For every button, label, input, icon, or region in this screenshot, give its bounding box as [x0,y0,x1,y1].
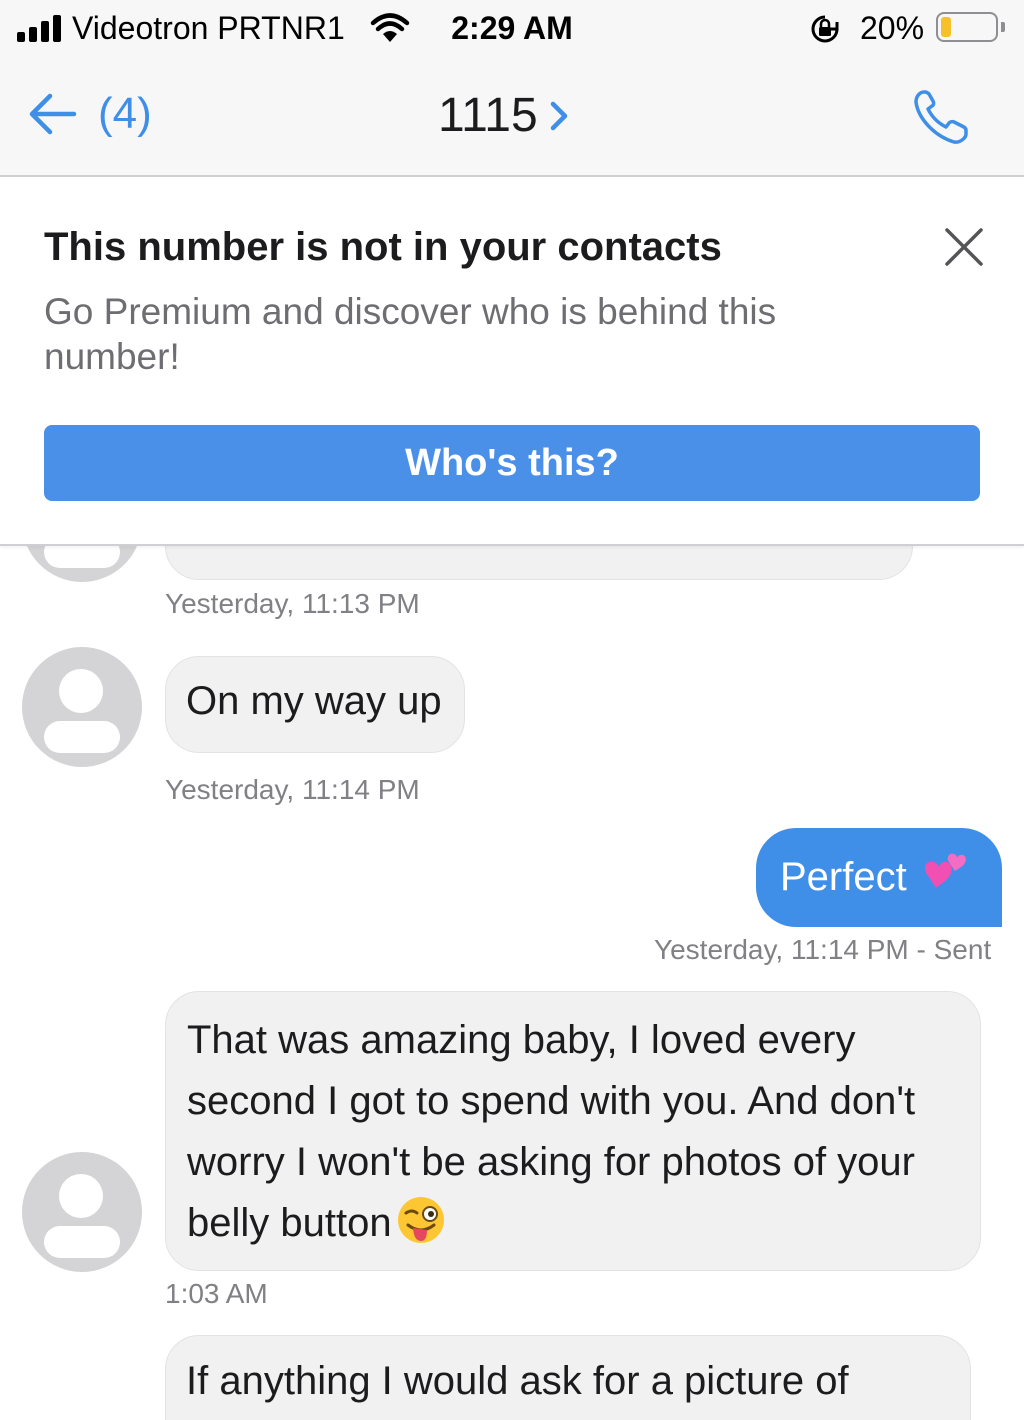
message-bubble[interactable]: That was amazing baby, I loved every sec… [165,991,981,1271]
winking-tongue-emoji [397,1197,444,1244]
battery-percent: 20% [860,10,925,46]
message-timestamp: Yesterday, 11:13 PM [165,588,420,619]
banner-title: This number is not in your contacts [44,225,722,269]
orientation-lock-icon [811,15,839,43]
message-text: Perfect [780,855,907,899]
phone-icon[interactable] [910,86,972,148]
message-bubble[interactable]: On my way up [165,656,465,753]
back-arrow-icon [29,93,77,135]
chevron-right-icon [550,101,567,130]
whos-this-button[interactable]: Who's this? [44,425,980,501]
message-text: On my way up [186,679,442,723]
message-timestamp: 1:03 AM [165,1278,268,1309]
unread-count: (4) [98,89,152,138]
contact-number: 1115 [438,89,538,142]
banner-subtitle: Go Premium and discover who is behind th… [44,291,777,377]
close-icon[interactable] [942,225,986,269]
status-bar: Videotron PRTNR1 2:29 AM 20% [0,0,1024,56]
sent-message-bubble[interactable]: Perfect [756,828,1002,927]
message-timestamp: Yesterday, 11:14 PM - Sent [654,934,992,965]
message-timestamp: Yesterday, 11:14 PM [165,774,420,805]
back-button[interactable]: (4) [24,86,152,142]
message-text: That was amazing baby, I loved every sec… [187,1018,916,1245]
two-hearts-emoji [924,853,966,888]
navigation-bar: (4) 1115 [0,56,1024,177]
contact-title-button[interactable]: 1115 [438,88,572,143]
message-text: If anything I would ask for a picture of [186,1359,849,1403]
message-bubble[interactable]: If anything I would ask for a picture of [165,1335,971,1420]
battery-icon [936,12,998,42]
contact-avatar [22,647,142,767]
unknown-contact-banner: This number is not in your contacts Go P… [0,177,1024,546]
contact-avatar [22,1152,142,1272]
